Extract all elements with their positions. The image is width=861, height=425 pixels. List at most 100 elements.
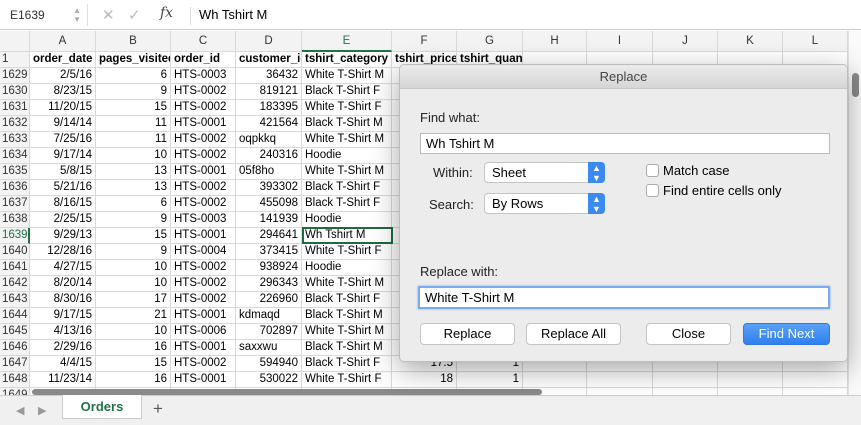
cell[interactable]: Black T-Shirt M: [302, 308, 392, 324]
cell[interactable]: 10: [96, 260, 171, 276]
column-header[interactable]: B: [96, 31, 171, 52]
cell[interactable]: 17: [96, 292, 171, 308]
row-header[interactable]: 1630: [0, 84, 30, 100]
cell[interactable]: [587, 372, 653, 388]
row-header[interactable]: 1640: [0, 244, 30, 260]
column-header[interactable]: G: [457, 31, 523, 52]
cell[interactable]: Black T-Shirt F: [302, 356, 392, 372]
find-what-input[interactable]: Wh Tshirt M: [420, 133, 830, 154]
cell[interactable]: 13: [96, 180, 171, 196]
cell[interactable]: [783, 372, 848, 388]
cell[interactable]: 9/17/14: [30, 148, 96, 164]
row-header[interactable]: 1: [0, 52, 30, 68]
cell[interactable]: 11: [96, 132, 171, 148]
cell[interactable]: Black T-Shirt F: [302, 292, 392, 308]
cell[interactable]: HTS-0001: [171, 340, 236, 356]
replace-button[interactable]: Replace: [420, 323, 515, 345]
row-header[interactable]: 1646: [0, 340, 30, 356]
cell[interactable]: [587, 388, 653, 395]
column-header[interactable]: D: [236, 31, 302, 52]
cell[interactable]: [653, 388, 718, 395]
cell[interactable]: 373415: [236, 244, 302, 260]
cell[interactable]: 240316: [236, 148, 302, 164]
cell[interactable]: 18: [392, 372, 457, 388]
cell[interactable]: 296343: [236, 276, 302, 292]
row-header[interactable]: 1644: [0, 308, 30, 324]
column-header[interactable]: F: [392, 31, 457, 52]
formula-input[interactable]: Wh Tshirt M: [190, 7, 267, 25]
cell[interactable]: 7/25/16: [30, 132, 96, 148]
cell[interactable]: HTS-0006: [171, 324, 236, 340]
cell[interactable]: 2/5/16: [30, 68, 96, 84]
row-header[interactable]: 1635: [0, 164, 30, 180]
cell[interactable]: 421564: [236, 116, 302, 132]
function-icon[interactable]: fx: [160, 5, 173, 21]
cell[interactable]: HTS-0002: [171, 132, 236, 148]
cell[interactable]: White T-Shirt M: [302, 276, 392, 292]
cell[interactable]: Black T-Shirt F: [302, 196, 392, 212]
cell[interactable]: pages_visited: [96, 52, 171, 68]
cell[interactable]: 8/20/14: [30, 276, 96, 292]
cell[interactable]: HTS-0001: [171, 372, 236, 388]
cell[interactable]: White T-Shirt F: [302, 372, 392, 388]
vertical-scrollbar[interactable]: [848, 31, 861, 395]
cell[interactable]: HTS-0003: [171, 212, 236, 228]
cell[interactable]: White T-Shirt F: [302, 100, 392, 116]
cell[interactable]: HTS-0003: [171, 68, 236, 84]
cell[interactable]: 15: [96, 356, 171, 372]
search-select[interactable]: By Rows ▲ ▼: [484, 193, 605, 214]
cell[interactable]: [653, 372, 718, 388]
cell[interactable]: oqpkkq: [236, 132, 302, 148]
cell[interactable]: HTS-0001: [171, 116, 236, 132]
cell[interactable]: HTS-0002: [171, 356, 236, 372]
cell[interactable]: White T-Shirt M: [302, 324, 392, 340]
row-header[interactable]: 1638: [0, 212, 30, 228]
cell[interactable]: 36432: [236, 68, 302, 84]
cell[interactable]: 393302: [236, 180, 302, 196]
cell[interactable]: 702897: [236, 324, 302, 340]
replace-all-button[interactable]: Replace All: [526, 323, 621, 345]
cell[interactable]: 10: [96, 276, 171, 292]
cell[interactable]: 10: [96, 148, 171, 164]
row-header[interactable]: 1641: [0, 260, 30, 276]
cell[interactable]: 12/28/16: [30, 244, 96, 260]
cell[interactable]: Black T-Shirt M: [302, 340, 392, 356]
checkbox-icon[interactable]: [646, 164, 659, 177]
row-header[interactable]: 1633: [0, 132, 30, 148]
name-box[interactable]: E1639 ▲ ▼: [4, 4, 88, 26]
cell[interactable]: kdmaqd: [236, 308, 302, 324]
cell[interactable]: HTS-0001: [171, 164, 236, 180]
cell[interactable]: 9: [96, 84, 171, 100]
cell[interactable]: 4/27/15: [30, 260, 96, 276]
row-header[interactable]: 1649: [0, 388, 30, 395]
row-header[interactable]: 1642: [0, 276, 30, 292]
column-header[interactable]: I: [587, 31, 653, 52]
cell[interactable]: 13: [96, 164, 171, 180]
cell[interactable]: 8/16/15: [30, 196, 96, 212]
cell[interactable]: HTS-0002: [171, 260, 236, 276]
row-header[interactable]: 1632: [0, 116, 30, 132]
row-header[interactable]: 1647: [0, 356, 30, 372]
cell[interactable]: 9: [96, 244, 171, 260]
cell[interactable]: saxxwu: [236, 340, 302, 356]
cell[interactable]: 4/13/16: [30, 324, 96, 340]
column-header[interactable]: L: [783, 31, 848, 52]
row-header[interactable]: 1629: [0, 68, 30, 84]
vertical-scroll-thumb[interactable]: [852, 73, 859, 97]
column-header[interactable]: H: [523, 31, 587, 52]
enter-icon[interactable]: ✓: [128, 6, 141, 24]
cell[interactable]: 9/17/15: [30, 308, 96, 324]
cell[interactable]: 9/14/14: [30, 116, 96, 132]
row-header[interactable]: 1634: [0, 148, 30, 164]
cell[interactable]: Hoodie: [302, 148, 392, 164]
cell[interactable]: 11/20/15: [30, 100, 96, 116]
cell[interactable]: 15: [96, 228, 171, 244]
row-header[interactable]: 1645: [0, 324, 30, 340]
cell[interactable]: 6: [96, 68, 171, 84]
cell[interactable]: Hoodie: [302, 260, 392, 276]
cell[interactable]: HTS-0002: [171, 180, 236, 196]
column-header[interactable]: K: [718, 31, 783, 52]
cell[interactable]: 6: [96, 196, 171, 212]
cell[interactable]: 455098: [236, 196, 302, 212]
close-button[interactable]: Close: [646, 323, 731, 345]
